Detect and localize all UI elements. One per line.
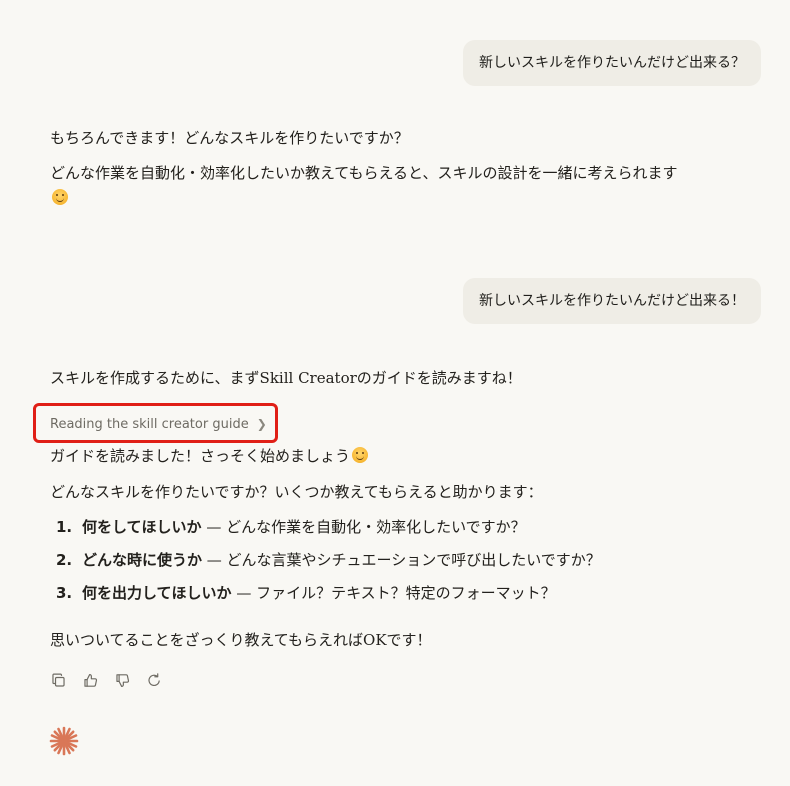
thumbs-up-button[interactable] xyxy=(80,670,100,690)
assistant-question-text: どんなスキルを作りたいですか？いくつか教えてもらえると助かります： xyxy=(50,483,543,501)
user-message-bubble: 新しいスキルを作りたいんだけど出来る？ xyxy=(463,40,761,86)
list-item-title: 何を出力してほしいか xyxy=(82,584,232,602)
retry-icon xyxy=(147,672,160,686)
assistant-closing-text: 思いついてることをざっくり教えてもらえればOKです！ xyxy=(50,631,432,649)
list-item-number: 2. xyxy=(56,551,73,569)
smiling-face-emoji-icon xyxy=(52,189,68,205)
list-item: 2. どんな時に使うか — どんな言葉やシチュエーションで呼び出したいですか？ xyxy=(56,549,601,582)
user-message-text: 新しいスキルを作りたいんだけど出来る？ xyxy=(479,55,745,71)
user-message-text: 新しいスキルを作りたいんだけど出来る！ xyxy=(479,293,745,309)
smiling-face-emoji-icon xyxy=(352,447,369,463)
assistant-message-line: どんな作業を自動化・効率化したいか教えてもらえると、スキルの設計を一緒に考えられ… xyxy=(50,164,678,182)
user-message-bubble: 新しいスキルを作りたいんだけど出来る！ xyxy=(463,278,761,324)
assistant-intro-text: スキルを作成するために、まずSkill Creatorのガイドを読みますね！ xyxy=(50,369,522,387)
copy-icon xyxy=(51,673,65,687)
assistant-message-emoji-line xyxy=(50,187,68,209)
tool-call-label: Reading the skill creator guide xyxy=(50,417,249,432)
tool-call-expand-button[interactable]: Reading the skill creator guide ❯ xyxy=(50,413,267,435)
assistant-message-line: もちろんできます！どんなスキルを作りたいですか？ xyxy=(50,129,409,147)
list-item-detail: — どんな作業を自動化・効率化したいですか？ xyxy=(201,518,526,536)
list-item: 3. 何を出力してほしいか — ファイル？テキスト？特定のフォーマット？ xyxy=(56,582,601,615)
list-item-title: 何をしてほしいか xyxy=(82,518,202,536)
claude-spark-logo-icon xyxy=(49,726,79,756)
list-item-detail: — ファイル？テキスト？特定のフォーマット？ xyxy=(231,584,556,602)
list-item-title: どんな時に使うか xyxy=(82,551,203,569)
chevron-right-icon: ❯ xyxy=(256,417,267,431)
list-item: 1. 何をしてほしいか — どんな作業を自動化・効率化したいですか？ xyxy=(56,516,601,549)
message-actions-bar xyxy=(48,670,164,690)
thumbs-down-button[interactable] xyxy=(112,670,132,690)
after-tool-text: ガイドを読みました！さっそく始めましょう xyxy=(50,447,351,465)
list-item-detail: — どんな言葉やシチュエーションで呼び出したいですか？ xyxy=(202,551,601,569)
thumbs-down-icon xyxy=(115,673,129,687)
assistant-after-tool-text: ガイドを読みました！さっそく始めましょう xyxy=(50,445,369,467)
thumbs-up-icon xyxy=(83,673,97,687)
question-list: 1. 何をしてほしいか — どんな作業を自動化・効率化したいですか？ 2. どんな時… xyxy=(56,516,601,615)
retry-button[interactable] xyxy=(144,670,164,690)
copy-button[interactable] xyxy=(48,670,68,690)
list-item-number: 3. xyxy=(56,584,73,602)
list-item-number: 1. xyxy=(56,518,73,536)
